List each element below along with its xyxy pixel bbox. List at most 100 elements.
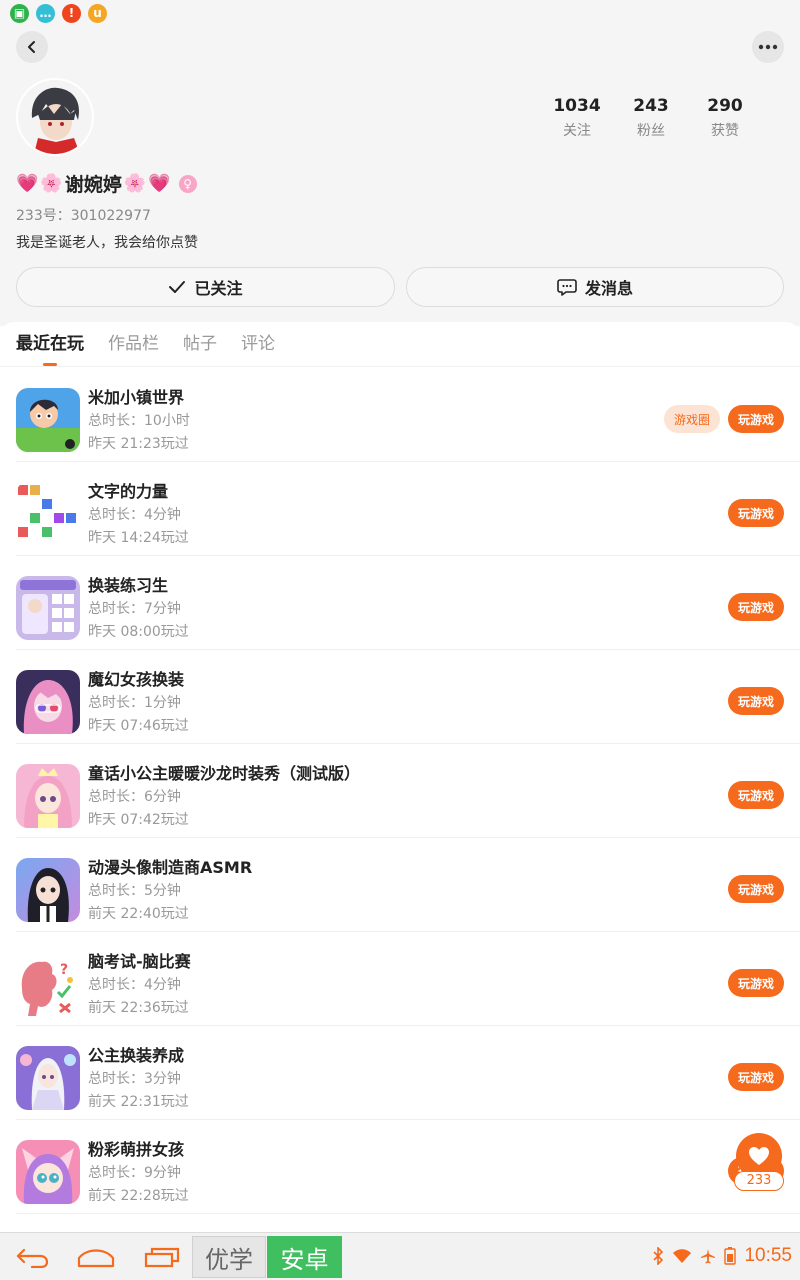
follow-button[interactable]: 已关注 <box>16 267 395 307</box>
stat-label: 获赞 <box>711 123 739 139</box>
airplane-icon <box>701 1249 716 1264</box>
princess-dressup-icon <box>16 1046 80 1110</box>
tab-comments[interactable]: 评论 <box>241 332 275 366</box>
pastel-girl-icon <box>16 1140 80 1204</box>
list-item[interactable]: 粉彩萌拼女孩 总时长：9分钟 前天 22:28玩过 玩游戏 <box>0 1120 800 1214</box>
list-item[interactable]: ? 脑考试-脑比赛 总时长：4分钟 前天 22:36玩过 玩游戏 <box>0 932 800 1026</box>
game-title: 童话小公主暖暖沙龙时装秀（测试版） <box>88 764 361 783</box>
play-game-button[interactable]: 玩游戏 <box>728 499 784 527</box>
game-duration: 总时长：7分钟 <box>88 601 181 617</box>
female-gender-icon: ♀ <box>178 174 197 193</box>
game-last-played: 昨天 08:00玩过 <box>88 624 189 640</box>
game-duration: 总时长：3分钟 <box>88 1071 181 1087</box>
game-list: 米加小镇世界 总时长：10小时 昨天 21:23玩过 游戏圈 玩游戏 文字的力量… <box>0 368 800 1214</box>
list-item[interactable]: 换装练习生 总时长：7分钟 昨天 08:00玩过 玩游戏 <box>0 556 800 650</box>
chat-bubble-icon <box>557 279 577 296</box>
status-bar: ▣ … ! u <box>0 0 800 26</box>
user-id: 233号：301022977 <box>16 208 151 224</box>
stat-label: 粉丝 <box>637 123 665 139</box>
game-title: 脑考试-脑比赛 <box>88 952 191 971</box>
dressup-trainee-icon <box>16 576 80 640</box>
game-last-played: 前天 22:36玩过 <box>88 1000 189 1016</box>
checkmark-icon <box>169 281 186 293</box>
tab-works[interactable]: 作品栏 <box>108 332 159 366</box>
home-icon <box>77 1249 115 1268</box>
word-power-icon <box>16 482 80 546</box>
game-title: 魔幻女孩换装 <box>88 670 185 689</box>
game-last-played: 昨天 14:24玩过 <box>88 530 189 546</box>
send-message-button[interactable]: 发消息 <box>406 267 784 307</box>
play-game-button[interactable]: 玩游戏 <box>728 875 784 903</box>
game-duration: 总时长：4分钟 <box>88 507 181 523</box>
game-duration: 总时长：1分钟 <box>88 695 181 711</box>
profile-stats: 1034 关注 243 粉丝 290 获赞 <box>540 96 762 140</box>
toca-world-icon <box>16 388 80 452</box>
game-title: 动漫头像制造商ASMR <box>88 858 253 877</box>
list-item[interactable]: 童话小公主暖暖沙龙时装秀（测试版） 总时长：6分钟 昨天 07:42玩过 玩游戏 <box>0 744 800 838</box>
game-duration: 总时长：5分钟 <box>88 883 181 899</box>
tab-recently-played[interactable]: 最近在玩 <box>16 332 84 366</box>
brain-test-icon: ? <box>16 952 80 1016</box>
play-game-button[interactable]: 玩游戏 <box>728 1063 784 1091</box>
play-game-button[interactable]: 玩游戏 <box>728 593 784 621</box>
list-item[interactable]: 米加小镇世界 总时长：10小时 昨天 21:23玩过 游戏圈 玩游戏 <box>0 368 800 462</box>
game-duration: 总时长：4分钟 <box>88 977 181 993</box>
message-label: 发消息 <box>584 279 633 298</box>
game-title: 公主换装养成 <box>88 1046 185 1065</box>
profile-header: 1034 关注 243 粉丝 290 获赞 💗 🌸 谢婉婷 🌸 💗 ♀ 233号… <box>0 26 800 326</box>
list-item[interactable]: 文字的力量 总时长：4分钟 昨天 14:24玩过 玩游戏 <box>0 462 800 556</box>
u-app-notification-icon: u <box>88 3 107 23</box>
avatar-image <box>18 80 92 154</box>
recent-apps-button[interactable] <box>142 1243 182 1271</box>
cherry-blossom-icon: 🌸 <box>123 172 147 194</box>
stat-following[interactable]: 1034 关注 <box>540 96 614 140</box>
game-title: 换装练习生 <box>88 576 169 595</box>
nickname: 谢婉婷 <box>64 174 122 196</box>
clock: 10:55 <box>744 1245 792 1266</box>
game-last-played: 昨天 07:42玩过 <box>88 812 189 828</box>
game-title: 米加小镇世界 <box>88 388 185 407</box>
system-tray: 10:55 <box>652 1241 792 1271</box>
anime-avatar-icon <box>16 858 80 922</box>
youxue-launcher[interactable]: 优学 <box>192 1236 266 1278</box>
game-title: 文字的力量 <box>88 482 169 501</box>
game-circle-button[interactable]: 游戏圈 <box>664 405 720 433</box>
pink-heart-icon: 💗 <box>148 172 171 194</box>
user-bio: 我是圣诞老人，我会给你点赞 <box>16 235 198 251</box>
stat-likes[interactable]: 290 获赞 <box>688 96 762 140</box>
home-nav-button[interactable] <box>76 1243 116 1271</box>
back-nav-button[interactable] <box>12 1243 52 1271</box>
fairy-princess-icon <box>16 764 80 828</box>
pink-heart-icon: 💗 <box>16 172 39 194</box>
play-game-button[interactable]: 玩游戏 <box>728 969 784 997</box>
wifi-icon <box>673 1249 692 1263</box>
android-launcher[interactable]: 安卓 <box>267 1236 342 1278</box>
chevron-left-icon <box>28 41 35 53</box>
game-duration: 总时长：10小时 <box>88 413 190 429</box>
magic-girl-icon <box>16 670 80 734</box>
list-item[interactable]: 公主换装养成 总时长：3分钟 前天 22:31玩过 玩游戏 <box>0 1026 800 1120</box>
game-duration: 总时长：9分钟 <box>88 1165 181 1181</box>
message-notification-icon: … <box>36 3 55 23</box>
like-count: 233 <box>734 1171 784 1191</box>
stat-label: 关注 <box>563 123 591 139</box>
play-game-button[interactable]: 玩游戏 <box>728 405 784 433</box>
list-item[interactable]: 动漫头像制造商ASMR 总时长：5分钟 前天 22:40玩过 玩游戏 <box>0 838 800 932</box>
list-item[interactable]: 魔幻女孩换装 总时长：1分钟 昨天 07:46玩过 玩游戏 <box>0 650 800 744</box>
stat-followers[interactable]: 243 粉丝 <box>614 96 688 140</box>
more-options-button[interactable] <box>752 31 784 63</box>
tab-posts[interactable]: 帖子 <box>183 332 217 366</box>
recent-apps-icon <box>144 1247 180 1268</box>
play-game-button[interactable]: 玩游戏 <box>728 687 784 715</box>
back-arrow-icon <box>16 1248 49 1268</box>
game-last-played: 昨天 21:23玩过 <box>88 436 189 452</box>
tabs-divider <box>0 366 800 367</box>
floating-like-button[interactable]: 233 <box>734 1133 784 1191</box>
heart-icon <box>749 1147 769 1165</box>
game-last-played: 前天 22:31玩过 <box>88 1094 189 1110</box>
username-row: 💗 🌸 谢婉婷 🌸 💗 ♀ <box>16 170 197 197</box>
play-game-button[interactable]: 玩游戏 <box>728 781 784 809</box>
avatar[interactable] <box>16 78 94 156</box>
back-button[interactable] <box>16 31 48 63</box>
profile-tabs: 最近在玩 作品栏 帖子 评论 <box>16 332 275 366</box>
